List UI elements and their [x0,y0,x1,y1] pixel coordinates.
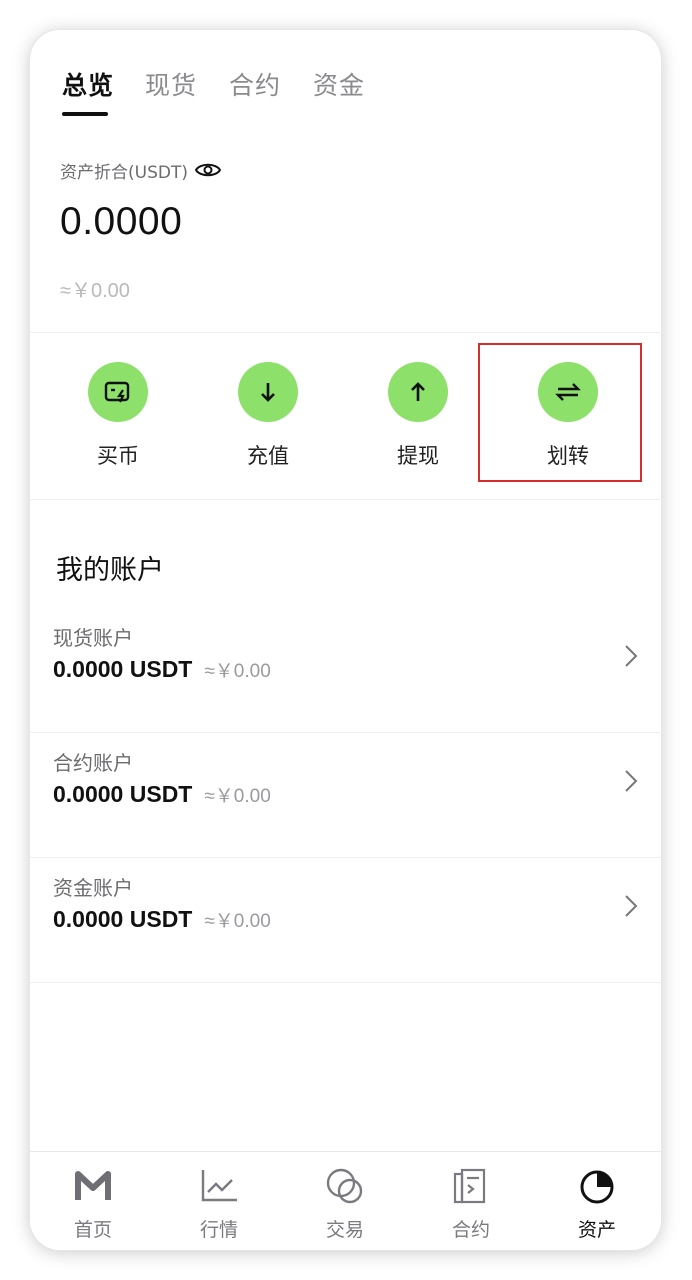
transfer-highlight-box [478,343,642,482]
account-balance-cny: ≈￥0.00 [204,786,271,807]
nav-market-label: 行情 [199,1219,238,1241]
deposit-button[interactable]: 充值 [193,362,343,492]
account-row-contract[interactable]: 合约账户 0.0000 USDT ≈￥0.00 [30,733,661,858]
account-name: 资金账户 [53,876,133,900]
divider [30,499,661,500]
bottom-navigation: 首页 行情 交易 合约 资产 [30,1151,661,1250]
chart-line-icon [201,1170,237,1202]
account-balance: 0.0000 USDT [53,781,193,807]
chevron-right-icon [625,770,638,792]
nav-home[interactable]: 首页 [30,1152,156,1250]
total-assets-cny: ≈￥0.00 [60,280,130,302]
account-balance-row: 0.0000 USDT ≈￥0.00 [53,781,271,808]
account-name: 合约账户 [53,751,133,775]
nav-market[interactable]: 行情 [156,1152,282,1250]
total-assets-label-row: 资产折合(USDT) [60,157,222,183]
chevron-right-icon [625,895,638,917]
arrow-down-icon [238,362,298,422]
account-balance-cny: ≈￥0.00 [204,911,271,932]
tab-funds[interactable]: 资金 [313,70,365,102]
tab-contract[interactable]: 合约 [229,70,281,102]
account-name: 现货账户 [53,626,133,650]
total-assets-amount: 0.0000 [60,200,183,243]
pie-chart-icon [580,1170,614,1204]
nav-trade[interactable]: 交易 [282,1152,408,1250]
nav-contract-label: 合约 [451,1219,490,1241]
deposit-label: 充值 [247,444,289,468]
nav-contract[interactable]: 合约 [408,1152,534,1250]
buy-crypto-label: 买币 [97,444,139,468]
buy-card-icon [88,362,148,422]
divider [30,332,661,333]
my-accounts-title: 我的账户 [56,555,164,586]
nav-assets-label: 资产 [577,1219,616,1241]
eye-icon[interactable] [194,160,222,180]
account-balance: 0.0000 USDT [53,906,193,932]
m-logo-icon [75,1171,111,1200]
arrow-up-icon [388,362,448,422]
withdraw-button[interactable]: 提现 [343,362,493,492]
total-assets-label: 资产折合(USDT) [60,162,188,183]
tab-overview[interactable]: 总览 [62,70,114,102]
asset-tabs: 总览 现货 合约 资金 [30,30,661,130]
nav-trade-label: 交易 [325,1219,364,1241]
contract-doc-icon [453,1168,486,1204]
account-balance-cny: ≈￥0.00 [204,661,271,682]
nav-home-label: 首页 [73,1219,112,1241]
account-balance-row: 0.0000 USDT ≈￥0.00 [53,906,271,933]
account-row-spot[interactable]: 现货账户 0.0000 USDT ≈￥0.00 [30,608,661,733]
nav-assets[interactable]: 资产 [534,1152,660,1250]
exchange-circles-icon [326,1168,363,1204]
app-screen: 总览 现货 合约 资金 资产折合(USDT) 0.0000 ≈￥0.00 买币 [30,30,661,1250]
tab-spot[interactable]: 现货 [145,70,197,102]
withdraw-label: 提现 [397,444,439,468]
chevron-right-icon [625,645,638,667]
account-balance-row: 0.0000 USDT ≈￥0.00 [53,656,271,683]
active-tab-indicator [62,112,108,116]
account-balance: 0.0000 USDT [53,656,193,682]
account-row-funds[interactable]: 资金账户 0.0000 USDT ≈￥0.00 [30,858,661,983]
buy-crypto-button[interactable]: 买币 [43,362,193,492]
